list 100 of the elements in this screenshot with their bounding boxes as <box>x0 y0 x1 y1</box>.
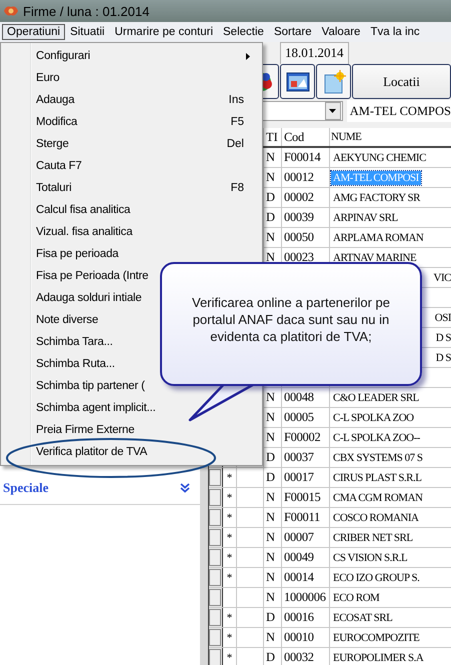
row-selector[interactable] <box>209 509 221 526</box>
row-selector[interactable] <box>209 569 221 586</box>
menu-item[interactable]: Sterge Del <box>1 133 262 155</box>
table-cell: N <box>266 530 276 545</box>
column-header[interactable]: TI <box>264 128 282 146</box>
table-cell: 00050 <box>284 230 314 245</box>
table-cell: 00037 <box>284 450 314 465</box>
menu-item[interactable]: Urmarire pe conturi <box>110 24 218 40</box>
menu-item[interactable]: Totaluri F8 <box>1 177 262 199</box>
table-cell: 00010 <box>284 630 314 645</box>
table-cell: AM-TEL COMPOSI <box>331 170 421 184</box>
table-cell-text: AMG FACTORY SR <box>332 190 422 204</box>
menu-item[interactable]: Operatiuni <box>2 24 66 40</box>
flag-mark: * <box>226 612 232 624</box>
table-cell: 00007 <box>284 530 314 545</box>
table-cell-text: EUROPOLIMER S.A <box>332 650 425 664</box>
menu-item[interactable]: Sortare <box>268 24 317 40</box>
table-cell-text: ECOSAT SRL <box>332 610 394 624</box>
table-cell: 00023 <box>284 250 314 265</box>
row-selector[interactable] <box>209 469 221 486</box>
sidebar-section[interactable]: Speciale <box>0 472 200 505</box>
double-chevron-icon <box>180 483 190 493</box>
row-selector[interactable] <box>209 489 221 506</box>
table-cell-text: CIRUS PLAST S.R.L <box>332 470 422 484</box>
table-cell: D <box>266 650 276 665</box>
column-header[interactable]: Cod <box>282 128 330 146</box>
row-selector[interactable] <box>209 529 221 546</box>
toolbar-button[interactable] <box>280 64 315 99</box>
table-cell: 00002 <box>284 190 314 205</box>
table-cell: N <box>266 410 276 425</box>
table-cell: F00002 <box>284 430 320 445</box>
table-cell: D S <box>436 352 451 364</box>
table-cell: N <box>266 430 276 445</box>
table-cell-text: CBX SYSTEMS 07 S <box>332 450 424 464</box>
table-cell-text: CMA CGM ROMAN <box>332 490 424 504</box>
table-cell-text: CRIBER NET SRL <box>332 530 414 544</box>
menu-item[interactable]: Vizual. fisa analitica <box>1 221 262 243</box>
table-cell: N <box>266 570 276 585</box>
section-title: Speciale <box>3 480 48 496</box>
flag-mark: * <box>226 512 232 524</box>
table-cell-text: CS VISION S.R.L <box>332 550 408 564</box>
menu-item[interactable]: Adauga Ins <box>1 89 262 111</box>
table-cell: 00048 <box>284 390 314 405</box>
table-cell: N <box>266 630 276 645</box>
table-cell: D <box>266 210 276 225</box>
menu-item[interactable]: Configurari <box>1 45 262 67</box>
locatii-button[interactable]: Locatii <box>352 64 451 99</box>
menu-item[interactable]: Modifica F5 <box>1 111 262 133</box>
table-cell: F00011 <box>284 510 320 525</box>
table-cell-text: C-L SPOLKA ZOO <box>332 410 415 424</box>
menu-item[interactable]: Schimba agent implicit... <box>1 397 262 419</box>
table-cell-text: AEKYUNG CHEMIC <box>332 150 427 164</box>
flag-mark: * <box>226 572 232 584</box>
flag-mark: * <box>226 492 232 504</box>
table-cell: 00016 <box>284 610 314 625</box>
table-cell-text: C&O LEADER SRL <box>332 390 420 404</box>
table-cell: 00005 <box>284 410 314 425</box>
table-cell: N <box>266 390 276 405</box>
menu-item[interactable]: Fisa pe perioada <box>1 243 262 265</box>
menu-item[interactable]: Verifica platitor de TVA <box>1 441 262 463</box>
row-selector[interactable] <box>209 589 221 606</box>
flag-mark: * <box>226 552 232 564</box>
table-cell: D <box>266 610 276 625</box>
flag-mark: * <box>226 472 232 484</box>
table-cell-text: ECO IZO GROUP S. <box>332 570 420 584</box>
row-selector[interactable] <box>209 629 221 646</box>
table-cell: N <box>266 230 276 245</box>
menu-item[interactable]: Calcul fisa analitica <box>1 199 262 221</box>
table-cell-text: C-L SPOLKA ZOO-- <box>332 430 421 444</box>
menu-item[interactable]: Preia Firme Externe <box>1 419 262 441</box>
table-cell: N <box>266 590 276 605</box>
table-cell-text: COSCO ROMANIA <box>332 510 420 524</box>
table-cell: 00014 <box>284 570 314 585</box>
row-selector[interactable] <box>209 649 221 665</box>
table-cell-text: ARPINAV SRL <box>332 210 399 224</box>
table-cell: D <box>266 450 276 465</box>
table-cell-text: ECO ROM <box>332 590 380 604</box>
menu-item[interactable]: Valoare <box>316 24 366 40</box>
table-cell: D <box>266 470 276 485</box>
app-icon <box>3 4 19 18</box>
table-cell: N <box>266 250 276 265</box>
table-cell: F00014 <box>284 150 320 165</box>
window-picture-icon <box>286 70 310 92</box>
toolbar-button[interactable] <box>316 64 351 99</box>
table-cell: N <box>266 170 276 185</box>
table-cell: N <box>266 510 276 525</box>
table-cell: 00039 <box>284 210 314 225</box>
current-partner: AM-TEL COMPOS <box>346 100 451 122</box>
table-cell: 00017 <box>284 470 314 485</box>
callout-text: Verificarea online a partenerilor pe portalul ANAF daca sunt sau nu in evidenta ca platitori de TVA; <box>192 294 390 344</box>
column-header[interactable]: NUME <box>330 128 451 146</box>
row-selector[interactable] <box>209 609 221 626</box>
date-tab[interactable]: 18.01.2014 <box>280 42 348 64</box>
table-cell: OSI <box>434 312 451 324</box>
menu-item[interactable]: Euro <box>1 67 262 89</box>
menu-item[interactable]: Tva la inc <box>365 24 425 40</box>
row-selector[interactable] <box>209 549 221 566</box>
menu-item[interactable]: Cauta F7 <box>1 155 262 177</box>
menu-item[interactable]: Selectie <box>218 24 269 40</box>
menu-item[interactable]: Situatii <box>65 24 110 40</box>
